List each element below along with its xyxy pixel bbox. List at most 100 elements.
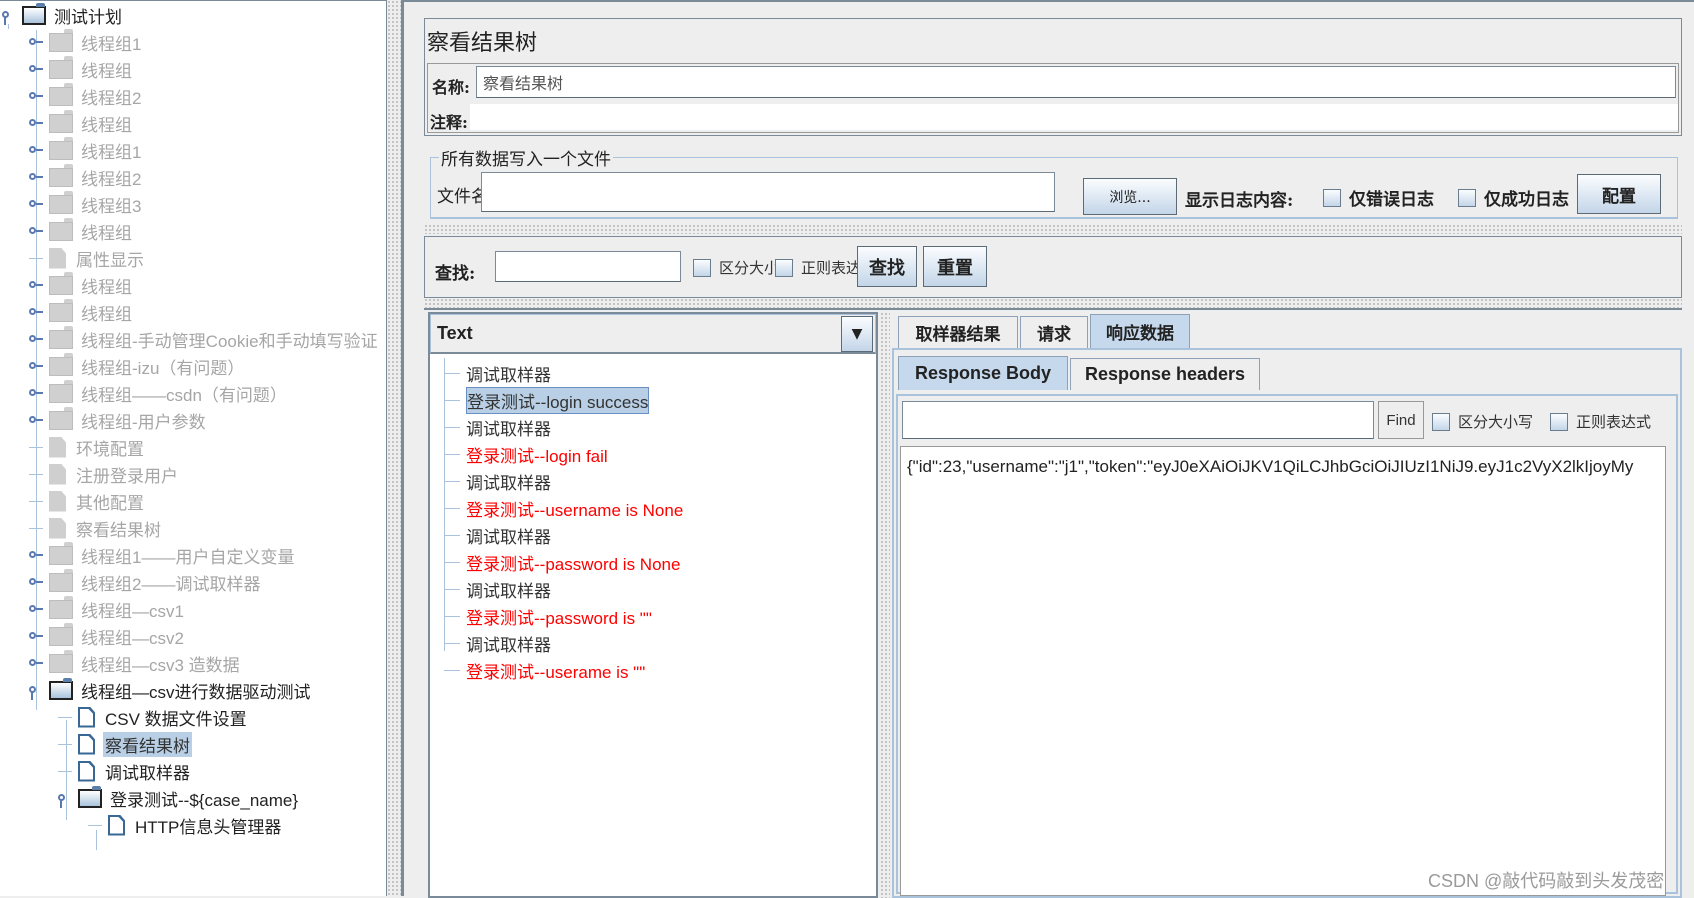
response-body-text[interactable]: {"id":23,"username":"j1","token":"eyJ0eX…: [900, 446, 1666, 896]
tree-node[interactable]: 线程组—csv2: [29, 622, 186, 649]
search-input[interactable]: [495, 251, 681, 282]
tree-node[interactable]: 线程组2: [29, 163, 143, 190]
checkbox-icon[interactable]: [1432, 412, 1450, 431]
tree-node[interactable]: 线程组3: [29, 190, 143, 217]
tree-node[interactable]: 线程组—csv进行数据驱动测试: [29, 677, 313, 703]
response-find-input[interactable]: [902, 401, 1374, 439]
tree-branch-line: [444, 643, 460, 644]
expand-toggle-icon[interactable]: [29, 684, 43, 700]
checkbox-icon[interactable]: [1323, 188, 1341, 207]
tree-node[interactable]: 线程组-用户参数: [29, 406, 208, 433]
main-splitter[interactable]: [387, 0, 402, 896]
expand-toggle-icon[interactable]: [29, 603, 43, 615]
tree-node-label: 调试取样器: [105, 763, 190, 783]
tab-request[interactable]: 请求: [1020, 316, 1088, 348]
errors-only-checkbox[interactable]: 仅错误日志: [1323, 185, 1434, 210]
expand-toggle-icon[interactable]: [29, 657, 43, 669]
tree-node[interactable]: 线程组: [29, 55, 134, 82]
filename-input[interactable]: [481, 172, 1055, 212]
middle-splitter[interactable]: [424, 298, 1682, 310]
result-item[interactable]: 登录测试--login fail: [444, 441, 608, 467]
tree-node[interactable]: 线程组: [29, 217, 134, 244]
result-item[interactable]: 登录测试--login success: [444, 386, 650, 414]
configure-button[interactable]: 配置: [1577, 174, 1661, 214]
result-item[interactable]: 调试取样器: [444, 576, 551, 602]
response-regex-checkbox[interactable]: 正则表达式: [1550, 411, 1651, 432]
expand-toggle-icon[interactable]: [29, 279, 43, 291]
result-item[interactable]: 调试取样器: [444, 630, 551, 656]
tree-node[interactable]: 登录测试--${case_name}: [58, 785, 300, 811]
find-button[interactable]: 查找: [857, 246, 917, 287]
expand-toggle-icon[interactable]: [29, 360, 43, 372]
success-only-checkbox[interactable]: 仅成功日志: [1458, 185, 1569, 210]
tree-node[interactable]: 线程组—csv1: [29, 595, 186, 622]
tree-node[interactable]: 线程组: [29, 298, 134, 325]
result-item[interactable]: 调试取样器: [444, 522, 551, 548]
expand-toggle-icon[interactable]: [29, 144, 43, 156]
tree-node[interactable]: 察看结果树: [58, 731, 192, 757]
expand-toggle-icon[interactable]: [29, 387, 43, 399]
expand-toggle-icon[interactable]: [29, 198, 43, 210]
tree-node[interactable]: 线程组1——用户自定义变量: [29, 541, 296, 568]
tree-node[interactable]: 线程组1: [29, 136, 143, 163]
renderer-select[interactable]: Text ▼: [430, 314, 876, 354]
chevron-down-icon[interactable]: ▼: [841, 316, 873, 352]
tree-node[interactable]: 注册登录用户: [29, 461, 180, 487]
tree-node[interactable]: 属性显示: [29, 245, 146, 271]
top-splitter[interactable]: [424, 224, 1682, 234]
tree-node[interactable]: HTTP信息头管理器: [88, 812, 283, 838]
checkbox-icon[interactable]: [1550, 412, 1568, 431]
tree-node[interactable]: 线程组-手动管理Cookie和手动填写验证: [29, 325, 380, 352]
expand-toggle-icon[interactable]: [2, 9, 16, 25]
tab-response-data[interactable]: 响应数据: [1090, 314, 1190, 348]
expand-toggle-icon[interactable]: [29, 225, 43, 237]
tree-node[interactable]: 线程组—csv3 造数据: [29, 649, 242, 676]
expand-toggle-icon[interactable]: [29, 630, 43, 642]
comment-input[interactable]: [470, 104, 1678, 130]
tree-node[interactable]: 察看结果树: [29, 515, 163, 541]
name-input[interactable]: 察看结果树: [476, 66, 1676, 98]
reset-button[interactable]: 重置: [923, 246, 987, 287]
tree-node[interactable]: 调试取样器: [58, 758, 192, 784]
results-splitter[interactable]: [880, 312, 890, 898]
tree-node[interactable]: 环境配置: [29, 434, 146, 460]
tree-node[interactable]: 其他配置: [29, 488, 146, 514]
expand-toggle-icon[interactable]: [29, 333, 43, 345]
expand-toggle-icon[interactable]: [29, 576, 43, 588]
expand-toggle-icon[interactable]: [29, 414, 43, 426]
subtab-response-headers[interactable]: Response headers: [1070, 358, 1260, 390]
result-item[interactable]: 调试取样器: [444, 360, 551, 386]
expand-toggle-icon[interactable]: [29, 63, 43, 75]
tree-node[interactable]: 线程组2——调试取样器: [29, 568, 262, 595]
result-item[interactable]: 登录测试--userame is "": [444, 657, 645, 683]
result-item[interactable]: 调试取样器: [444, 414, 551, 440]
tree-node[interactable]: 线程组2: [29, 82, 143, 109]
checkbox-icon[interactable]: [693, 258, 711, 277]
test-plan-tree[interactable]: 测试计划 线程组1 线程组 线程组2 线程组 线程组1 线程组2 线程组3 线程组 属性显示 线程…: [0, 0, 387, 896]
tree-node[interactable]: CSV 数据文件设置: [58, 704, 249, 730]
result-item[interactable]: 登录测试--password is "": [444, 603, 652, 629]
result-item[interactable]: 登录测试--username is None: [444, 495, 683, 521]
expand-toggle-icon[interactable]: [29, 117, 43, 129]
browse-button[interactable]: 浏览...: [1083, 178, 1177, 215]
checkbox-icon[interactable]: [775, 258, 793, 277]
tree-node[interactable]: 线程组-izu（有问题）: [29, 352, 246, 379]
tree-node-root[interactable]: 测试计划: [2, 2, 124, 28]
expand-toggle-icon[interactable]: [29, 171, 43, 183]
result-item[interactable]: 调试取样器: [444, 468, 551, 494]
expand-toggle-icon[interactable]: [29, 36, 43, 48]
tree-node[interactable]: 线程组——csdn（有问题）: [29, 379, 289, 406]
expand-toggle-icon[interactable]: [29, 549, 43, 561]
expand-toggle-icon[interactable]: [29, 306, 43, 318]
subtab-response-body[interactable]: Response Body: [898, 356, 1068, 390]
expand-toggle-icon[interactable]: [58, 792, 72, 808]
checkbox-icon[interactable]: [1458, 188, 1476, 207]
tree-node[interactable]: 线程组: [29, 271, 134, 298]
tree-node[interactable]: 线程组1: [29, 28, 143, 55]
expand-toggle-icon[interactable]: [29, 90, 43, 102]
tree-node[interactable]: 线程组: [29, 109, 134, 136]
result-item[interactable]: 登录测试--password is None: [444, 549, 680, 575]
response-case-sensitive-checkbox[interactable]: 区分大小写: [1432, 411, 1533, 432]
tab-sampler-result[interactable]: 取样器结果: [898, 316, 1018, 348]
response-find-button[interactable]: Find: [1378, 401, 1424, 439]
